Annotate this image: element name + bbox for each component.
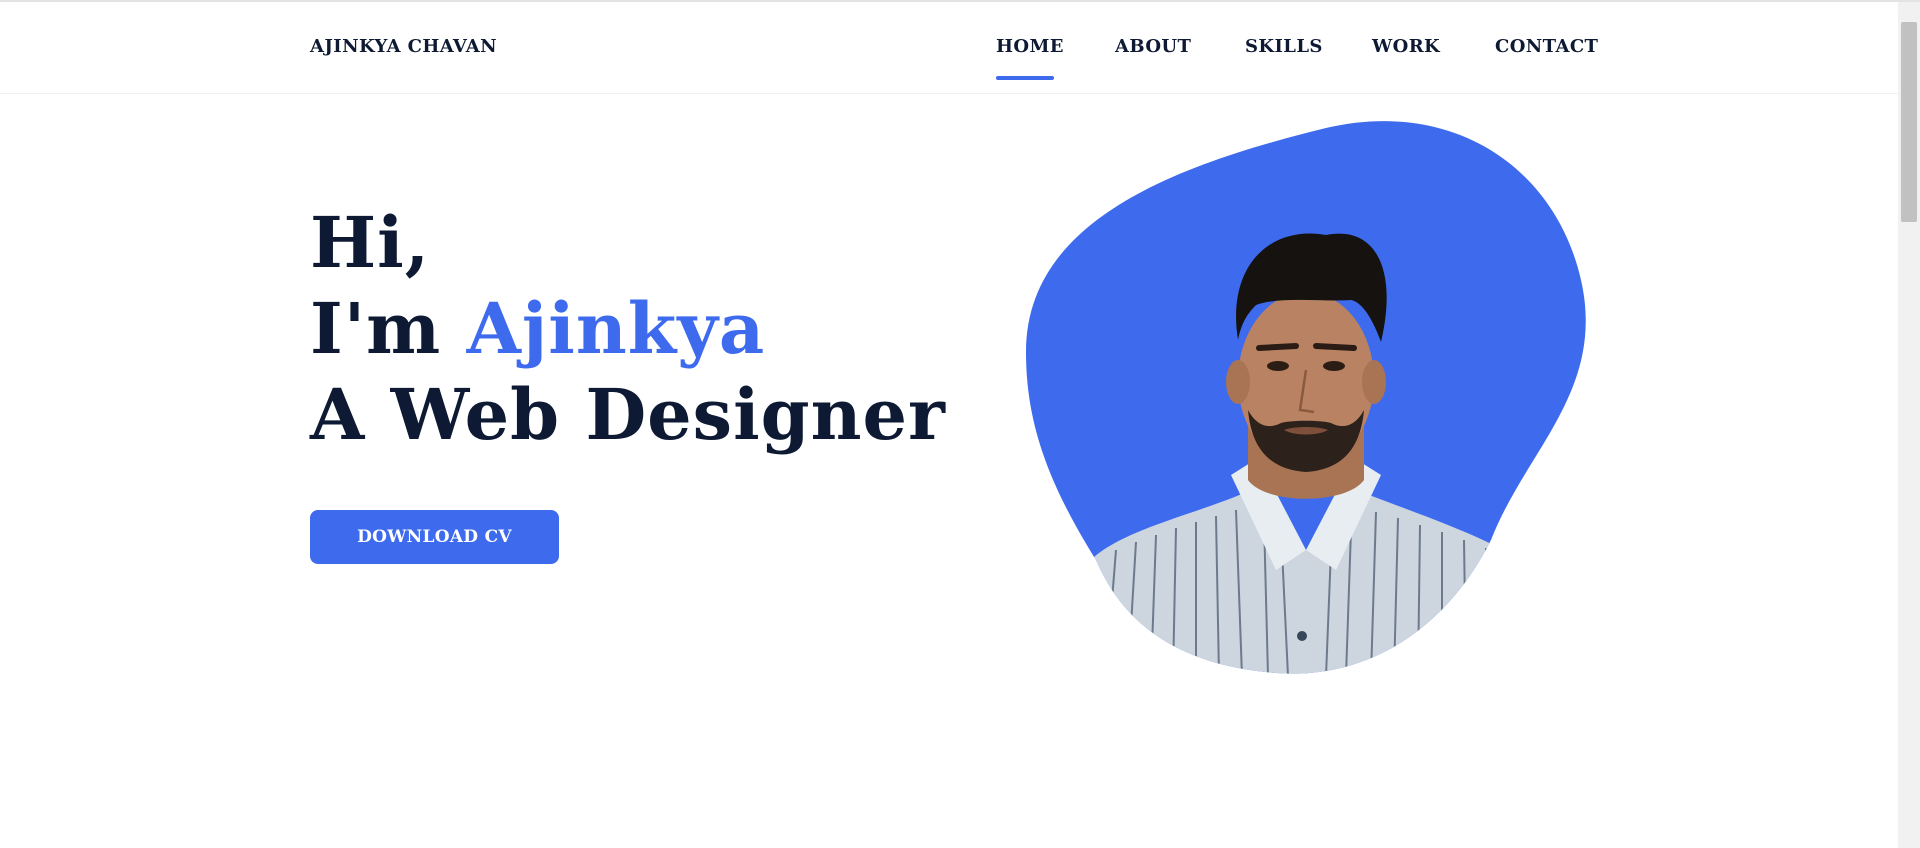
hero-intro-line: I'm Ajinkya <box>310 286 946 372</box>
hero-role: A Web Designer <box>310 373 946 456</box>
nav-item-about[interactable]: ABOUT <box>1115 36 1191 57</box>
nav-item-work[interactable]: WORK <box>1372 36 1440 57</box>
main-nav: HOME ABOUT SKILLS WORK CONTACT <box>0 36 1898 86</box>
scrollbar-thumb[interactable] <box>1901 22 1917 222</box>
download-cv-button[interactable]: DOWNLOAD CV <box>310 510 559 564</box>
nav-item-contact[interactable]: CONTACT <box>1495 36 1598 57</box>
hero-intro-prefix: I'm <box>310 287 467 370</box>
nav-item-home[interactable]: HOME <box>996 36 1064 57</box>
active-nav-indicator <box>996 76 1054 80</box>
hero-heading: Hi, I'm Ajinkya A Web Designer <box>310 200 946 458</box>
top-navbar: AJINKYA CHAVAN HOME ABOUT SKILLS WORK CO… <box>0 2 1898 94</box>
profile-photo <box>1026 121 1586 674</box>
hero-name: Ajinkya <box>466 287 766 370</box>
nav-item-skills[interactable]: SKILLS <box>1245 36 1323 57</box>
hero-greeting: Hi, <box>310 201 431 284</box>
